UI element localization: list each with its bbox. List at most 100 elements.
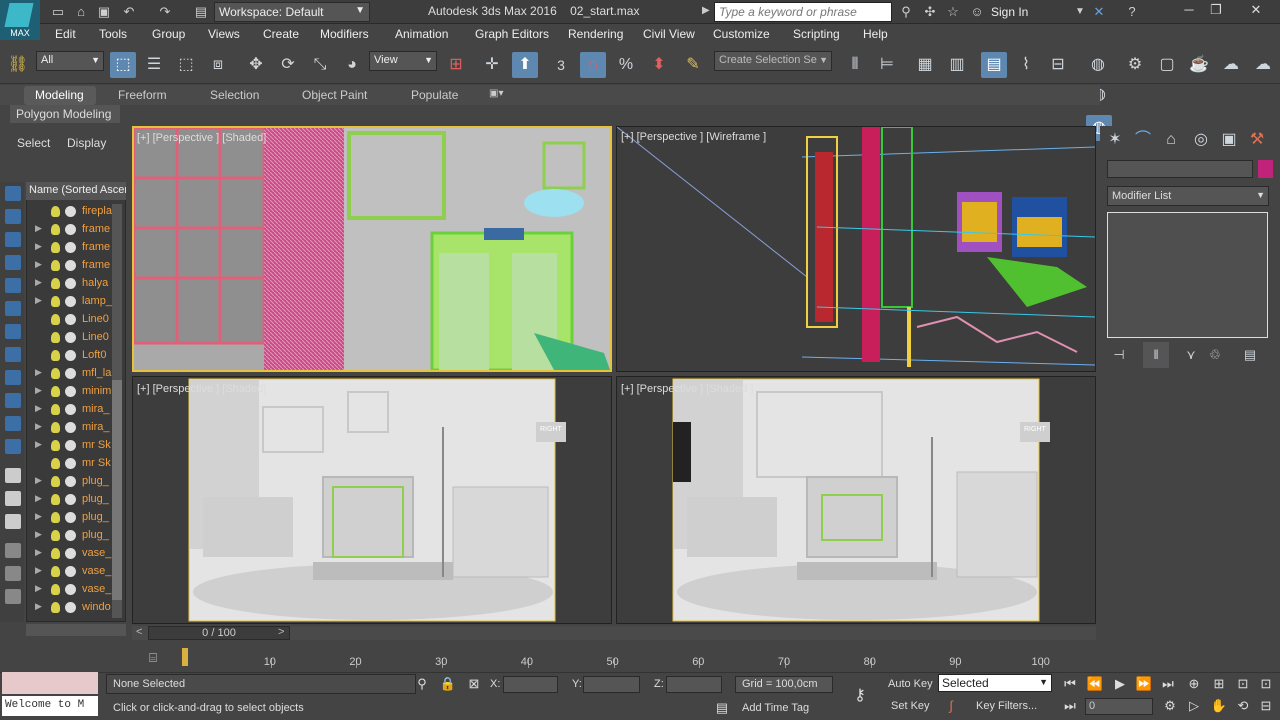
scene-explorer-icon[interactable]: ▤ — [981, 52, 1007, 78]
play-icon[interactable]: ▶ — [1110, 676, 1130, 694]
subscription-icon[interactable]: ✣ — [922, 4, 938, 20]
light-bulb-icon[interactable] — [51, 278, 60, 289]
light-bulb-icon[interactable] — [51, 404, 60, 415]
move-icon[interactable]: ✥ — [243, 52, 269, 78]
pin-stack-icon[interactable]: ⊣ — [1106, 342, 1132, 368]
display-all-icon[interactable] — [5, 468, 21, 483]
maxscript-mini-listener[interactable]: Welcome to M — [2, 696, 98, 716]
menu-tools[interactable]: Tools — [99, 27, 127, 41]
minimize-button[interactable]: ─ — [1176, 2, 1202, 20]
remove-modifier-icon[interactable]: ♲ — [1202, 342, 1228, 368]
isolate-selection-icon[interactable]: ⚲ — [412, 676, 432, 694]
spinner-snap-icon[interactable]: ⬍ — [646, 52, 672, 78]
scale-icon[interactable]: ⤡ — [307, 52, 333, 78]
open-file-icon[interactable]: ⌂ — [73, 4, 89, 20]
app-logo-button[interactable]: MAX — [0, 0, 40, 40]
expand-arrow-icon[interactable]: ▶ — [35, 385, 42, 396]
default-in-out-tangent-icon[interactable]: ∫ — [941, 698, 961, 716]
ribbon-options-icon[interactable]: ▣▾ — [489, 88, 503, 99]
time-slider-prev-icon[interactable]: < — [136, 626, 142, 638]
workspace-dropdown[interactable]: Workspace: Default ▼ — [214, 2, 370, 22]
polygon-modeling-panel[interactable]: Polygon Modeling — [10, 105, 120, 123]
display-groups-icon[interactable] — [5, 324, 21, 339]
menu-animation[interactable]: Animation — [395, 27, 448, 41]
mirror-icon[interactable]: ⫴ — [842, 52, 868, 78]
undo-icon[interactable]: ↶ — [121, 4, 137, 20]
menu-modifiers[interactable]: Modifiers — [320, 27, 369, 41]
display-frozen-icon[interactable] — [5, 416, 21, 431]
object-color-swatch[interactable] — [1258, 160, 1273, 178]
key-mode-toggle-icon[interactable]: ⏭ — [1060, 698, 1080, 716]
ribbon-tab-selection[interactable]: Selection — [210, 88, 259, 102]
time-slider-thumb[interactable]: 0 / 100 — [148, 626, 290, 640]
render-setup-icon[interactable]: ⚙ — [1122, 52, 1148, 78]
menu-create[interactable]: Create — [263, 27, 299, 41]
rotate-icon[interactable]: ⟳ — [275, 52, 301, 78]
find-icon[interactable] — [5, 566, 21, 581]
window-crossing-icon[interactable]: ⧈ — [205, 52, 231, 78]
exchange-apps-icon[interactable]: ✕ — [1091, 4, 1107, 20]
next-frame-icon[interactable]: ⏩ — [1134, 676, 1154, 694]
current-frame-marker[interactable] — [182, 648, 188, 666]
pan-view-icon[interactable]: ✋ — [1209, 698, 1229, 716]
set-key-mode-icon[interactable]: ⚷ — [850, 685, 870, 704]
sign-in-button[interactable]: Sign In — [991, 5, 1028, 19]
set-key-button[interactable]: Set Key — [891, 700, 930, 712]
ribbon-tab-modeling[interactable]: Modeling — [35, 88, 84, 102]
menu-views[interactable]: Views — [208, 27, 240, 41]
percent-snap-icon[interactable]: % — [613, 52, 639, 78]
menu-graph-editors[interactable]: Graph Editors — [475, 27, 549, 41]
named-selection-set-dropdown[interactable]: Create Selection Se ▼ — [714, 51, 832, 71]
expand-arrow-icon[interactable]: ▶ — [35, 547, 42, 558]
expand-arrow-icon[interactable]: ▶ — [35, 511, 42, 522]
zoom-extents-all-icon[interactable]: ⊡ — [1256, 676, 1276, 694]
zoom-extents-icon[interactable]: ⊡ — [1233, 676, 1253, 694]
maxscript-listener-pink[interactable] — [2, 672, 98, 694]
redo-icon[interactable]: ↷ — [157, 4, 173, 20]
viewport-bottom-left[interactable]: [+] [Perspective ] [Shaded] RIGHT — [132, 376, 612, 624]
light-bulb-icon[interactable] — [51, 494, 60, 505]
viewport-bottom-right[interactable]: [+] [Perspective ] [Shaded ] RIGHT — [616, 376, 1096, 624]
menu-rendering[interactable]: Rendering — [568, 27, 623, 41]
list-horizontal-scrollbar[interactable] — [26, 624, 126, 636]
display-spacewarps-icon[interactable] — [5, 301, 21, 316]
menu-edit[interactable]: Edit — [55, 27, 76, 41]
viewcube[interactable]: RIGHT — [540, 426, 562, 433]
expand-arrow-icon[interactable]: ▶ — [35, 403, 42, 414]
light-bulb-icon[interactable] — [51, 368, 60, 379]
light-bulb-icon[interactable] — [51, 386, 60, 397]
snaps-toggle-icon[interactable]: 3 — [548, 52, 574, 78]
schematic-view-icon[interactable]: ⊟ — [1045, 52, 1071, 78]
time-tag-icon[interactable]: ▤ — [712, 700, 732, 718]
light-bulb-icon[interactable] — [51, 458, 60, 469]
object-list-header[interactable]: Name (Sorted Ascen — [26, 182, 126, 200]
render-iterative-icon[interactable]: ☁ — [1218, 52, 1244, 78]
edit-named-selection-icon[interactable]: ✎ — [680, 52, 706, 78]
absolute-transform-icon[interactable]: ⊠ — [464, 676, 484, 694]
binoculars-icon[interactable]: ⚲ — [898, 4, 914, 20]
select-object-icon[interactable]: ⬚ — [110, 52, 136, 78]
expand-arrow-icon[interactable]: ▶ — [35, 475, 42, 486]
ribbon-tab-populate[interactable]: Populate — [411, 88, 458, 102]
modify-panel-icon[interactable]: ⌒ — [1130, 127, 1156, 153]
viewport-top-right[interactable]: [+] [Perspective ] [Wireframe ] — [616, 126, 1096, 372]
display-cameras-icon[interactable] — [5, 255, 21, 270]
rendered-frame-window-icon[interactable]: ▢ — [1154, 52, 1180, 78]
modifier-list-dropdown[interactable]: Modifier List ▼ — [1107, 186, 1269, 206]
favorites-star-icon[interactable]: ☆ — [945, 4, 961, 20]
expand-arrow-icon[interactable]: ▶ — [35, 223, 42, 234]
expand-arrow-icon[interactable]: ▶ — [35, 295, 42, 306]
explorer-tab-display[interactable]: Display — [67, 136, 106, 150]
angle-snap-icon[interactable]: ∩ — [580, 52, 606, 78]
menu-group[interactable]: Group — [152, 27, 185, 41]
search-input[interactable]: Type a keyword or phrase — [714, 2, 892, 22]
close-button[interactable]: ✕ — [1243, 2, 1269, 20]
modifier-stack[interactable] — [1107, 212, 1268, 338]
viewport-label[interactable]: [+] [Perspective ] [Shaded] — [137, 383, 266, 395]
expand-arrow-icon[interactable]: ▶ — [35, 367, 42, 378]
viewport-label[interactable]: [+] [Perspective ] [Wireframe ] — [621, 131, 766, 143]
add-time-tag-button[interactable]: Add Time Tag — [742, 702, 809, 714]
restore-button[interactable]: ❐ — [1203, 2, 1229, 20]
selection-filter-dropdown[interactable]: All ▼ — [36, 51, 104, 71]
make-unique-icon[interactable]: ⋎ — [1178, 342, 1204, 368]
